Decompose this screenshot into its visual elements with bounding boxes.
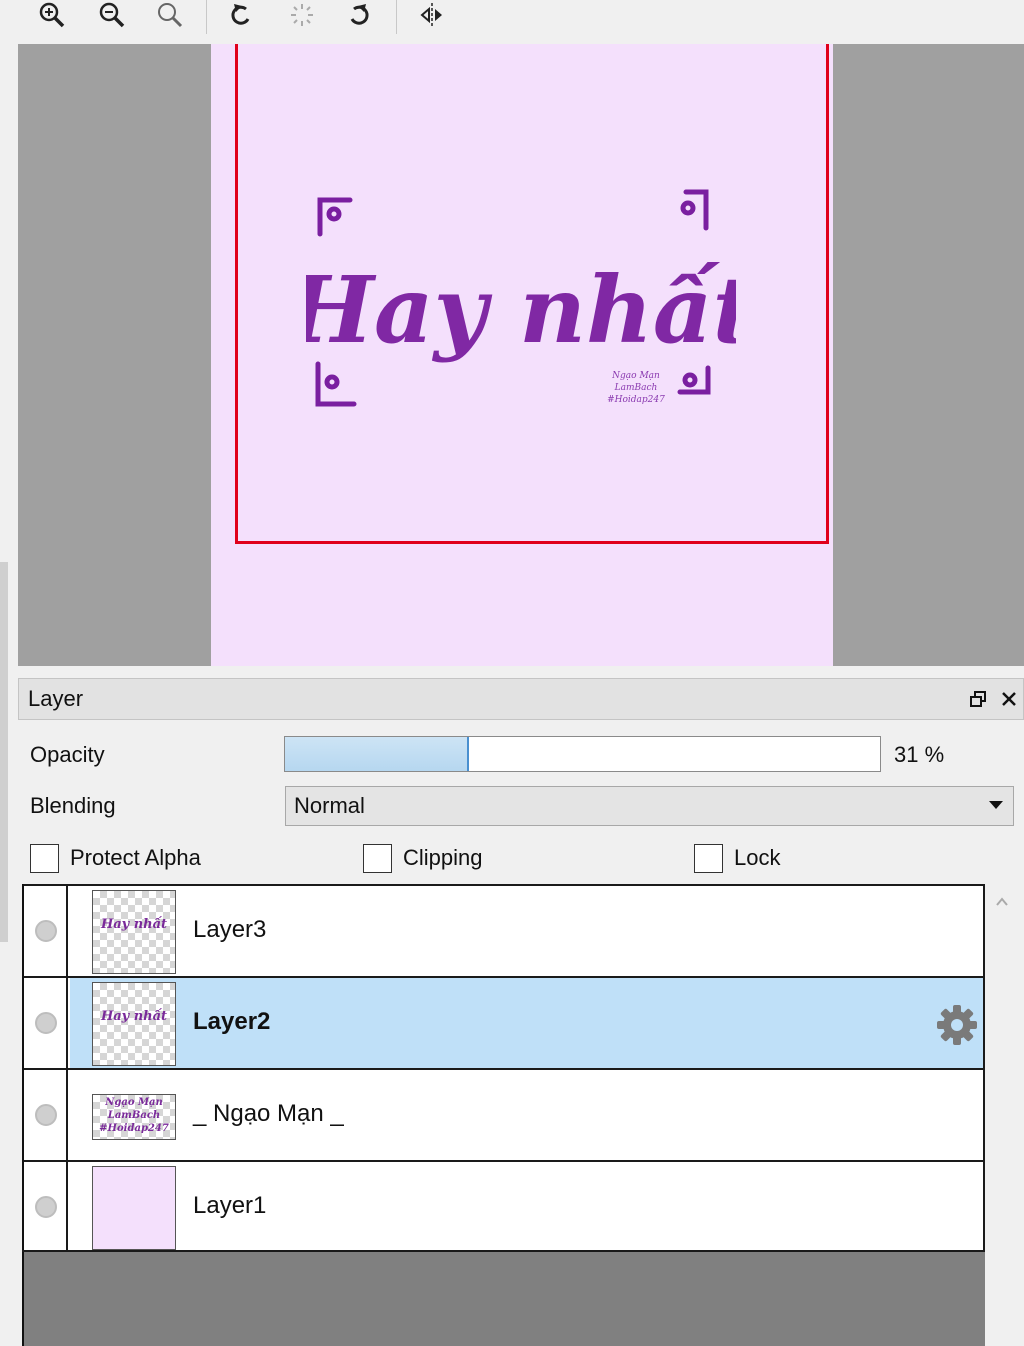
layer-row[interactable]: Layer1 [24, 1160, 985, 1252]
clipping-label: Clipping [403, 845, 483, 870]
rotate-right-icon[interactable] [340, 0, 380, 30]
protect-alpha-checkbox[interactable]: Protect Alpha [30, 842, 201, 874]
zoom-out-icon[interactable] [92, 0, 132, 30]
layer-row[interactable]: Hay nhất Layer2 [24, 976, 985, 1068]
opacity-label: Opacity [30, 742, 105, 767]
flip-horizontal-icon[interactable] [412, 0, 452, 30]
checkbox-box[interactable] [694, 843, 723, 873]
layer-list-border [22, 1250, 985, 1252]
visibility-toggle[interactable] [24, 1162, 68, 1252]
toolbar [0, 0, 1024, 44]
layer-thumbnail: Ngạo Mạn LamBach #Hoidap247 [92, 1094, 176, 1140]
layer-thumbnail [92, 1166, 176, 1250]
canvas-workspace[interactable]: Hay nhất Ngạo Mạn LamBach #Hoidap247 [18, 44, 1024, 666]
toolbar-separator [396, 0, 397, 34]
layer-name: Layer1 [193, 1192, 267, 1219]
layer-panel-header: Layer [18, 678, 1024, 720]
close-icon[interactable] [997, 687, 1021, 711]
lock-checkbox[interactable]: Lock [694, 842, 780, 874]
chevron-down-icon [989, 801, 1003, 809]
panel-title: Layer [28, 686, 84, 711]
checkbox-box[interactable] [30, 843, 59, 873]
layer-name: Layer3 [193, 916, 267, 943]
layer-list-border [983, 884, 985, 1252]
checkbox-box[interactable] [363, 843, 392, 873]
visibility-dot-icon[interactable] [35, 1012, 57, 1034]
rotate-left-icon[interactable] [220, 0, 260, 30]
layer-list[interactable]: Hay nhất Layer3 Hay nhất Layer2 Ngạo Mạn… [22, 884, 985, 1346]
layer-row-main[interactable]: Hay nhất Layer2 [70, 978, 985, 1068]
layer-thumbnail: Hay nhất [92, 982, 176, 1066]
svg-text:#Hoidap247: #Hoidap247 [607, 395, 665, 405]
scroll-up-icon[interactable] [994, 894, 1010, 910]
layer-row-main[interactable]: Layer1 [70, 1162, 985, 1252]
visibility-toggle[interactable] [24, 978, 68, 1068]
gear-icon[interactable] [935, 1003, 979, 1047]
layer-row-main[interactable]: Ngạo Mạn LamBach #Hoidap247 _ Ngạo Mạn _ [70, 1070, 985, 1160]
blending-select[interactable]: Normal [285, 786, 1014, 826]
float-panel-icon[interactable] [966, 687, 990, 711]
toolbar-separator [206, 0, 207, 34]
artwork-title: Hay nhất [306, 256, 736, 364]
panel-splitter[interactable] [0, 562, 8, 942]
blending-value: Normal [294, 793, 365, 818]
layer-row-main[interactable]: Hay nhất Layer3 [70, 886, 985, 976]
opacity-slider-fill [285, 737, 470, 771]
rotate-reset-icon[interactable] [282, 0, 322, 30]
zoom-reset-icon[interactable] [150, 0, 190, 30]
layer-thumbnail: Hay nhất [92, 890, 176, 974]
visibility-toggle[interactable] [24, 886, 68, 976]
zoom-in-icon[interactable] [32, 0, 72, 30]
svg-text:Ngạo Mạn: Ngạo Mạn [611, 371, 660, 381]
protect-alpha-label: Protect Alpha [70, 845, 201, 870]
document-canvas[interactable]: Hay nhất Ngạo Mạn LamBach #Hoidap247 [211, 44, 833, 666]
visibility-dot-icon[interactable] [35, 1196, 57, 1218]
blending-label: Blending [30, 793, 116, 818]
visibility-toggle[interactable] [24, 1070, 68, 1160]
layer-name: Layer2 [193, 1008, 271, 1035]
layer-row[interactable]: Hay nhất Layer3 [24, 884, 985, 976]
opacity-slider[interactable] [284, 736, 881, 772]
layer-name: _ Ngạo Mạn _ [193, 1100, 344, 1127]
visibility-dot-icon[interactable] [35, 920, 57, 942]
artwork-signature: Ngạo Mạn LamBach #Hoidap247 [607, 371, 665, 405]
clipping-checkbox[interactable]: Clipping [363, 842, 483, 874]
layer-row[interactable]: Ngạo Mạn LamBach #Hoidap247 _ Ngạo Mạn _ [24, 1068, 985, 1160]
visibility-dot-icon[interactable] [35, 1104, 57, 1126]
svg-text:LamBach: LamBach [614, 383, 658, 393]
opacity-value: 31 % [894, 742, 945, 767]
artwork: Hay nhất Ngạo Mạn LamBach #Hoidap247 [306, 189, 736, 407]
lock-label: Lock [734, 845, 781, 870]
